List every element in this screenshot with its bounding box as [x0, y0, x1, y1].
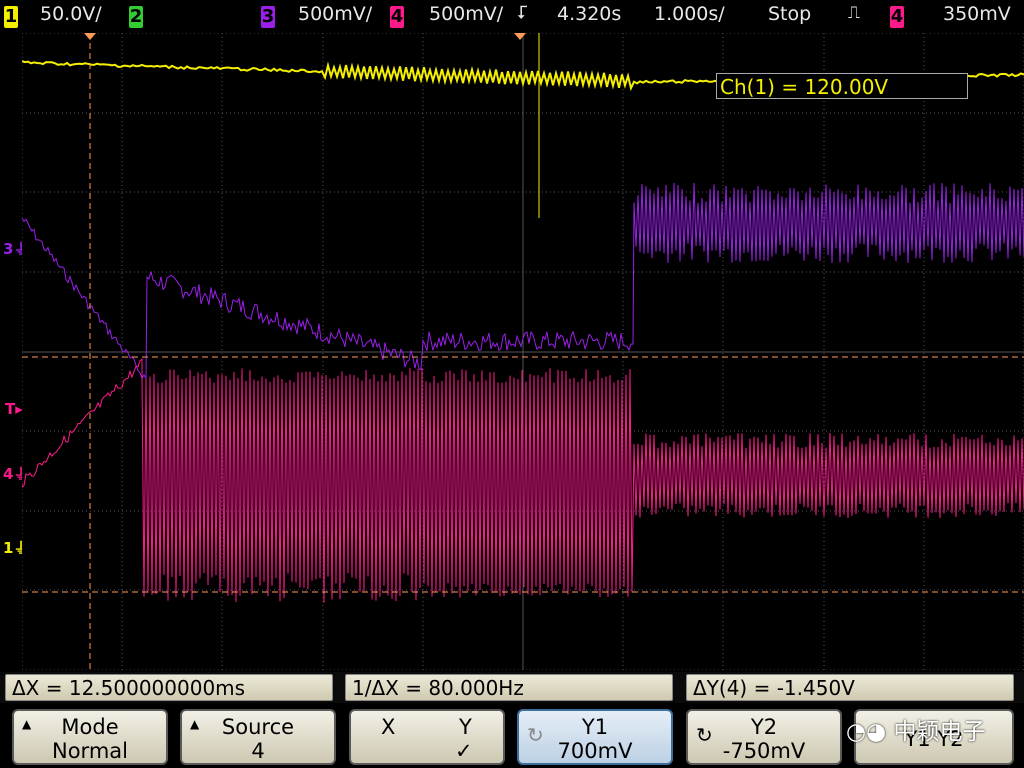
trigger-level-marker: T▸ — [5, 400, 23, 418]
run-state: Stop — [768, 3, 812, 25]
delta-x-readout: ΔX = 12.500000000ms — [5, 674, 333, 701]
status-bar: 1 50.0V/ 2 3 500mV/ 4 500mV/ ⮦ 4.320s 1.… — [0, 0, 1024, 31]
y1-softkey[interactable]: ↻ Y1 700mV — [517, 709, 673, 765]
waveform-display[interactable]: Ch(1) = 120.00V — [22, 33, 1024, 670]
rising-edge-icon: ⎍ — [848, 3, 860, 23]
xy-softkey[interactable]: X Y ✓ — [349, 709, 505, 765]
source-softkey[interactable]: ▲ Source 4 — [180, 709, 336, 765]
delta-y-readout: ΔY(4) = -1.450V — [686, 674, 1014, 701]
ch1-scale: 50.0V/ — [40, 3, 102, 25]
trigger-delay-icon: ⮦ — [517, 2, 528, 23]
watermark: ◔◕ 中颖电子 — [846, 719, 986, 745]
mode-softkey[interactable]: ▲ Mode Normal — [12, 709, 168, 765]
check-icon: ✓ — [455, 739, 473, 763]
ch4-scale: 500mV/ — [429, 3, 504, 25]
measurement-bar: ΔX = 12.500000000ms 1/ΔX = 80.000Hz ΔY(4… — [0, 672, 1024, 703]
inverse-delta-x-readout: 1/ΔX = 80.000Hz — [345, 674, 673, 701]
y2-softkey[interactable]: ↻ Y2 -750mV — [686, 709, 842, 765]
ch3-scale: 500mV/ — [298, 3, 373, 25]
trigger-level: 350mV — [943, 3, 1011, 25]
ch1-readout: Ch(1) = 120.00V — [716, 73, 968, 99]
wechat-icon: ◔◕ — [846, 719, 887, 745]
x1-cursor-handle[interactable] — [84, 33, 96, 40]
trigger-delay-handle[interactable] — [514, 33, 526, 40]
waveform-canvas — [22, 33, 1024, 670]
timebase: 1.000s/ — [654, 3, 725, 25]
trigger-delay: 4.320s — [557, 3, 622, 25]
